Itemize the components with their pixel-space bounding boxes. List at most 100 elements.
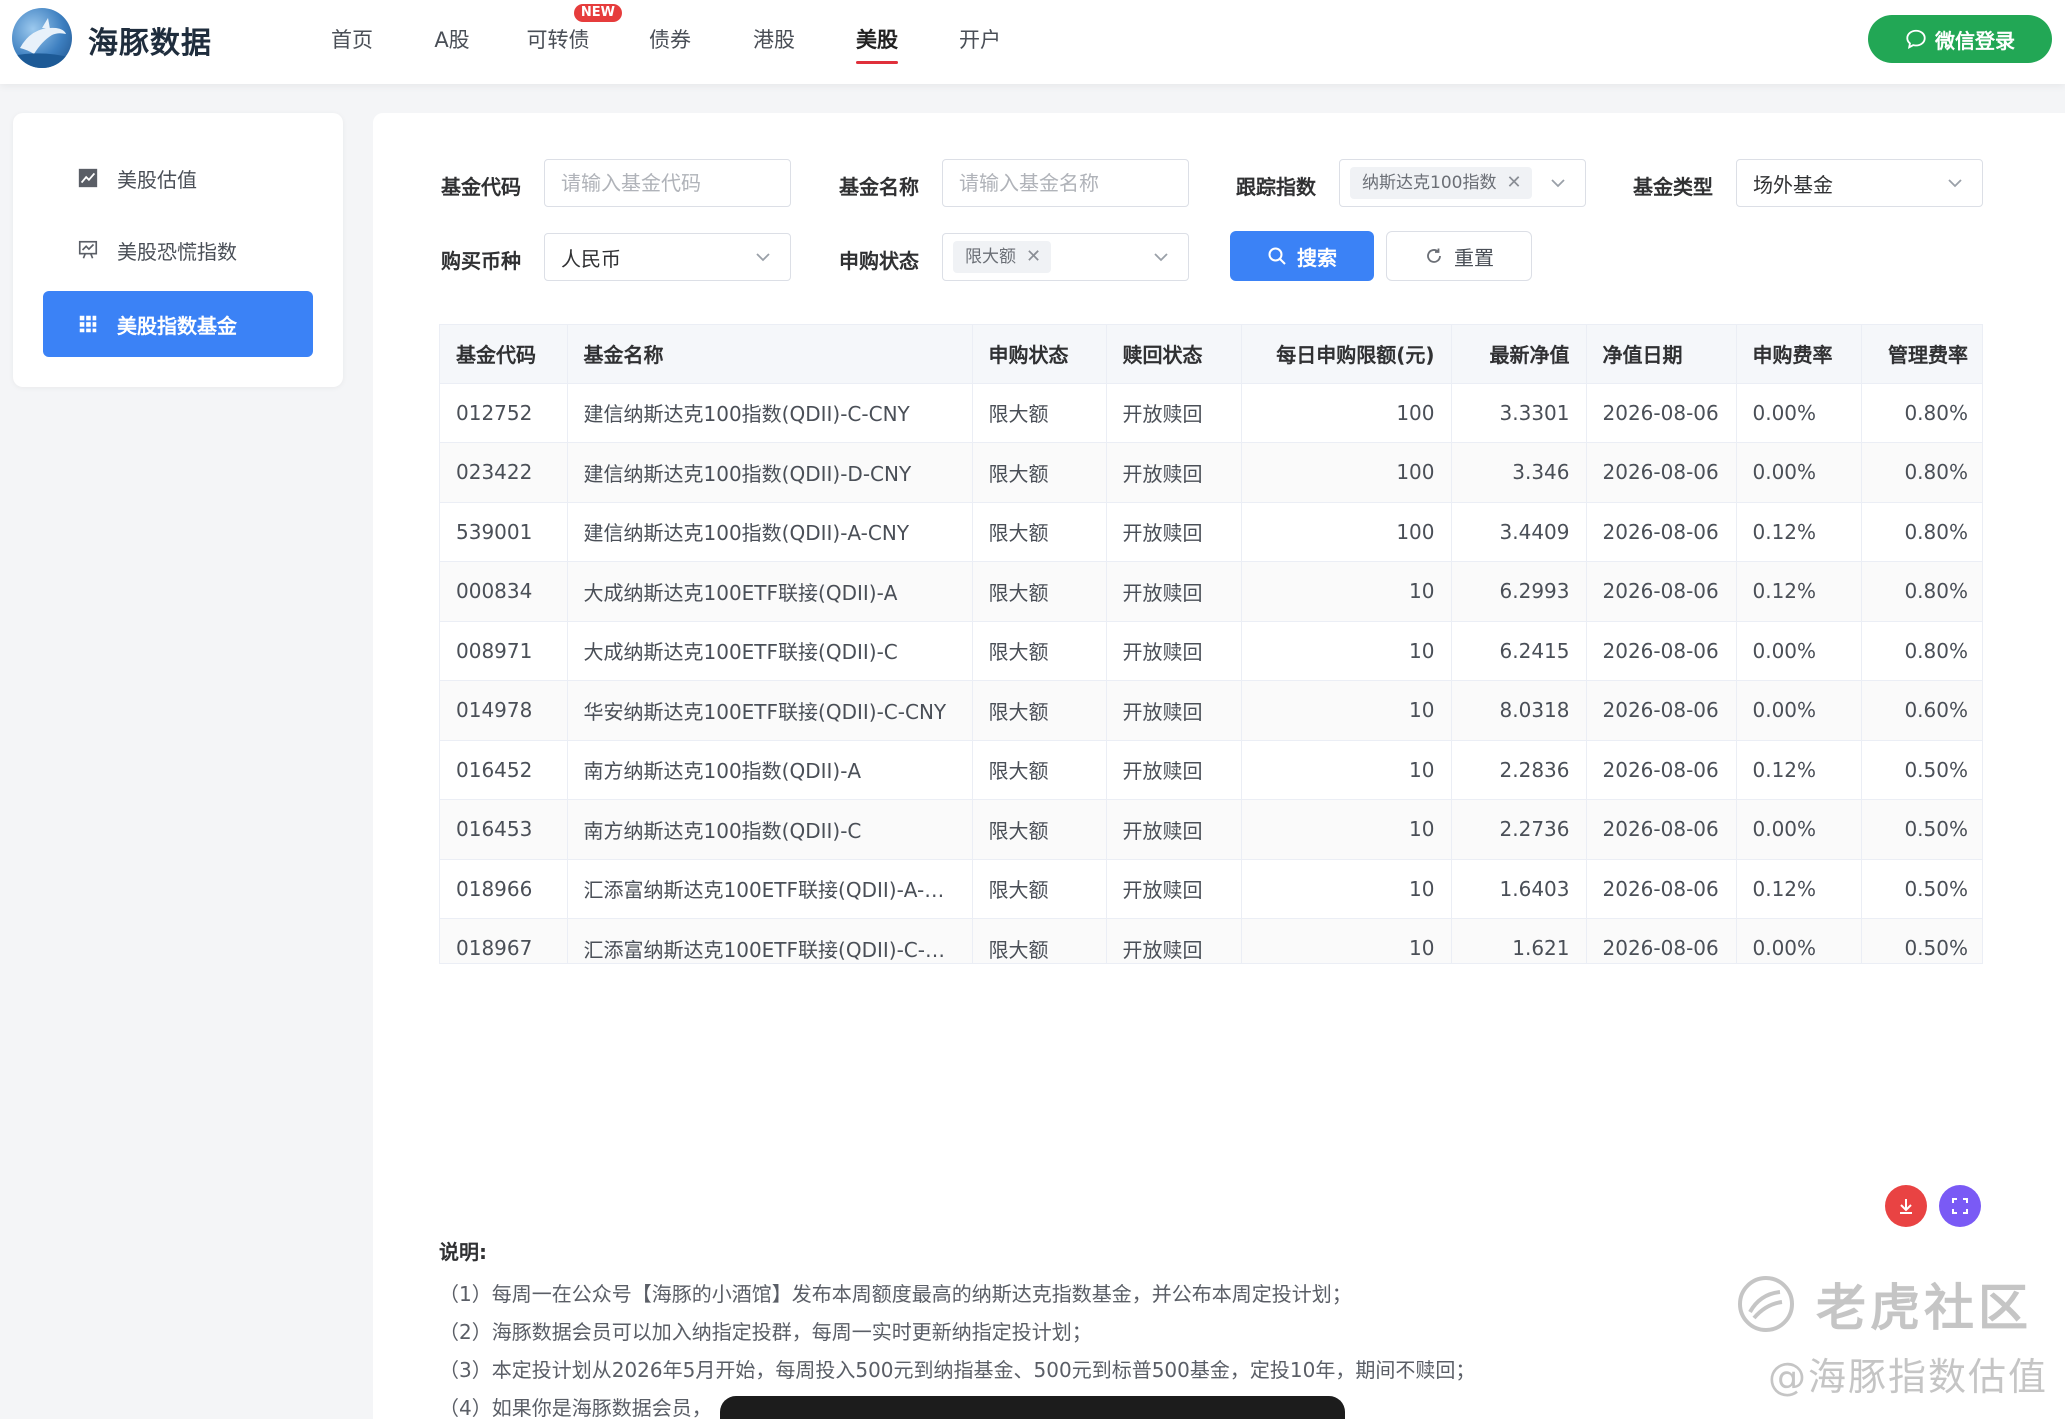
purchase-status-select[interactable]: 限大额 ✕ [942,233,1189,281]
search-button[interactable]: 搜索 [1230,231,1374,281]
cell-management-fee: 0.50% [1861,918,1982,963]
nav-a-shares[interactable]: A股 [404,0,500,84]
tiger-community-icon [1738,1276,1794,1332]
new-badge: NEW [573,4,622,22]
cell-nav-date: 2026-08-06 [1586,918,1737,963]
col-header-nav-date[interactable]: 净值日期 [1586,325,1737,384]
cell-latest-nav: 3.3301 [1451,383,1587,443]
col-header-purchase-fee[interactable]: 申购费率 [1736,325,1862,384]
nav-home[interactable]: 首页 [300,0,404,84]
nav-bonds[interactable]: 债券 [616,0,724,84]
cell-nav-date: 2026-08-06 [1586,561,1737,622]
fund-code-field[interactable] [544,159,791,207]
chevron-down-icon [1948,179,1962,188]
cell-latest-nav: 1.6403 [1451,859,1587,919]
cell-fund-code: 018966 [440,859,568,919]
cell-redeem-status: 开放赎回 [1106,442,1242,503]
currency-label: 购买币种 [441,249,521,273]
cell-nav-date: 2026-08-06 [1586,799,1737,860]
nav-convertible-bonds[interactable]: 可转债 NEW [500,0,622,84]
table-row[interactable]: 018967 汇添富纳斯达克100ETF联接(QDII)-C-… 限大额 开放赎回 10… [440,918,1982,963]
chat-bubble-icon [1906,29,1926,49]
wechat-login-button[interactable]: 微信登录 [1868,15,2052,63]
cell-fund-name[interactable]: 南方纳斯达克100指数(QDII)-A [567,740,973,800]
cell-purchase-status: 限大额 [972,621,1107,681]
table-row[interactable]: 539001 建信纳斯达克100指数(QDII)-A-CNY 限大额 开放赎回 100 3… [440,502,1982,562]
cell-management-fee: 0.80% [1861,621,1982,681]
cell-fund-name[interactable]: 华安纳斯达克100ETF联接(QDII)-C-CNY [567,680,973,741]
reset-button[interactable]: 重置 [1386,231,1532,281]
cell-fund-name[interactable]: 建信纳斯达克100指数(QDII)-C-CNY [567,383,973,443]
cell-management-fee: 0.60% [1861,680,1982,741]
chevron-down-icon [1551,179,1565,188]
fullscreen-button[interactable] [1939,1185,1981,1227]
sidebar-item-us-fear-index[interactable]: 美股恐慌指数 [43,217,313,283]
cell-fund-name[interactable]: 大成纳斯达克100ETF联接(QDII)-A [567,561,973,622]
cell-redeem-status: 开放赎回 [1106,561,1242,622]
download-button[interactable] [1885,1185,1927,1227]
cell-nav-date: 2026-08-06 [1586,383,1737,443]
col-header-management-fee[interactable]: 管理费率 [1861,325,1982,384]
chevron-down-icon [756,253,770,262]
cell-daily-limit: 10 [1241,799,1452,860]
tracking-index-label: 跟踪指数 [1236,175,1316,199]
cell-fund-name[interactable]: 建信纳斯达克100指数(QDII)-D-CNY [567,442,973,503]
nav-open-account[interactable]: 开户 [930,0,1030,84]
dolphin-logo[interactable] [12,8,72,68]
line-chart-icon [78,168,98,188]
col-header-fund-name[interactable]: 基金名称 [567,325,973,384]
table-row[interactable]: 018966 汇添富纳斯达克100ETF联接(QDII)-A-… 限大额 开放赎回 10… [440,859,1982,919]
cell-redeem-status: 开放赎回 [1106,383,1242,443]
currency-select[interactable]: 人民币 [544,233,791,281]
col-header-latest-nav[interactable]: 最新净值 [1451,325,1587,384]
cell-purchase-status: 限大额 [972,859,1107,919]
cell-purchase-status: 限大额 [972,383,1107,443]
fund-code-input[interactable] [561,171,790,195]
sidebar-item-us-index-funds[interactable]: 美股指数基金 [43,291,313,357]
cell-latest-nav: 2.2736 [1451,799,1587,860]
cell-nav-date: 2026-08-06 [1586,859,1737,919]
table-row[interactable]: 016453 南方纳斯达克100指数(QDII)-C 限大额 开放赎回 10 2.2736… [440,799,1982,860]
table-row[interactable]: 023422 建信纳斯达克100指数(QDII)-D-CNY 限大额 开放赎回 100 3… [440,442,1982,503]
fund-name-input[interactable] [959,171,1188,195]
sidebar: 美股估值 美股恐慌指数 美股指数基金 [13,113,343,387]
fund-type-label: 基金类型 [1633,175,1713,199]
cell-fund-name[interactable]: 汇添富纳斯达克100ETF联接(QDII)-A-… [567,859,973,919]
watermark-logo: 老虎社区 [1736,1268,2032,1340]
nav-us-stocks[interactable]: 美股 [824,0,930,84]
cell-fund-name[interactable]: 汇添富纳斯达克100ETF联接(QDII)-C-… [567,918,973,963]
nav-hk-stocks[interactable]: 港股 [724,0,824,84]
col-header-purchase-status[interactable]: 申购状态 [972,325,1107,384]
cell-nav-date: 2026-08-06 [1586,680,1737,741]
cell-fund-code: 016453 [440,799,568,860]
top-navbar: 海豚数据 首页 A股 可转债 NEW 债券 港股 美股 开户 微信登录 [0,0,2065,84]
main-panel: 基金代码 基金名称 跟踪指数 纳斯达克100指数 ✕ 基金类型 场外基金 购买币… [373,113,2065,1419]
col-header-fund-code[interactable]: 基金代码 [440,325,568,384]
cell-fund-name[interactable]: 大成纳斯达克100ETF联接(QDII)-C [567,621,973,681]
close-icon[interactable]: ✕ [1026,241,1041,273]
col-header-redeem-status[interactable]: 赎回状态 [1106,325,1242,384]
close-icon[interactable]: ✕ [1506,167,1521,199]
cell-daily-limit: 100 [1241,383,1452,443]
search-button-label: 搜索 [1297,245,1337,270]
cell-fund-code: 014978 [440,680,568,741]
sidebar-item-us-valuation[interactable]: 美股估值 [43,145,313,211]
brand-title[interactable]: 海豚数据 [88,18,212,62]
col-header-daily-limit[interactable]: 每日申购限额(元) [1241,325,1452,384]
table-row[interactable]: 012752 建信纳斯达克100指数(QDII)-C-CNY 限大额 开放赎回 100 3… [440,383,1982,443]
table-row[interactable]: 016452 南方纳斯达克100指数(QDII)-A 限大额 开放赎回 10 2.2836… [440,740,1982,800]
tracking-index-select[interactable]: 纳斯达克100指数 ✕ [1339,159,1586,207]
cell-fund-code: 539001 [440,502,568,562]
status-tag-label: 限大额 [965,247,1016,267]
cell-latest-nav: 3.346 [1451,442,1587,503]
table-row[interactable]: 000834 大成纳斯达克100ETF联接(QDII)-A 限大额 开放赎回 10 6.2… [440,561,1982,622]
cell-daily-limit: 10 [1241,561,1452,622]
fund-name-field[interactable] [942,159,1189,207]
cell-fund-code: 018967 [440,918,568,963]
cell-daily-limit: 10 [1241,918,1452,963]
table-row[interactable]: 008971 大成纳斯达克100ETF联接(QDII)-C 限大额 开放赎回 10 6.2… [440,621,1982,681]
cell-fund-name[interactable]: 南方纳斯达克100指数(QDII)-C [567,799,973,860]
cell-fund-name[interactable]: 建信纳斯达克100指数(QDII)-A-CNY [567,502,973,562]
fund-type-select[interactable]: 场外基金 [1736,159,1983,207]
table-row[interactable]: 014978 华安纳斯达克100ETF联接(QDII)-C-CNY 限大额 开放赎回 1… [440,680,1982,741]
